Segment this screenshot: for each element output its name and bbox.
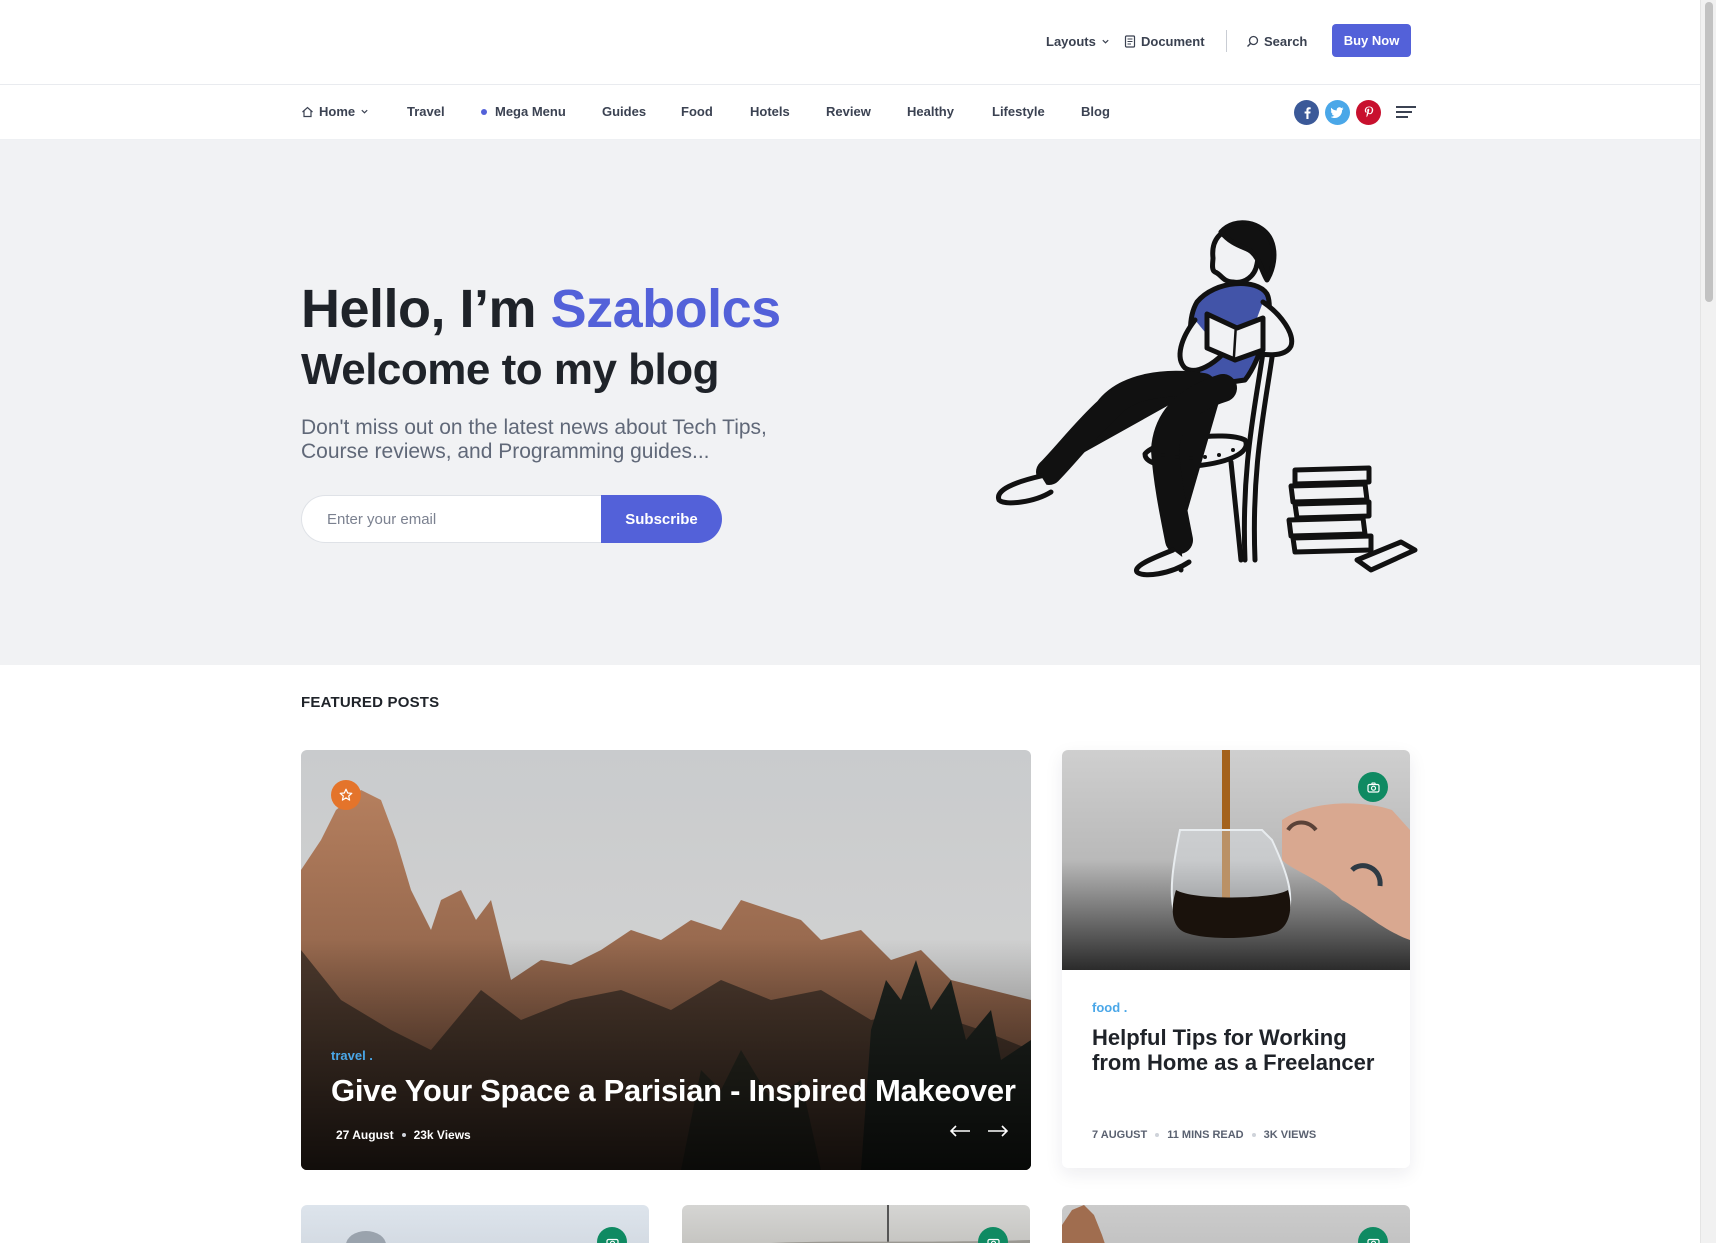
post-card[interactable]: food . Helpful Tips for Working from Hom… (1062, 750, 1410, 1168)
hero-description: Don't miss out on the latest news about … (301, 416, 767, 463)
post-title[interactable]: Give Your Space a Parisian - Inspired Ma… (331, 1073, 1016, 1109)
post-category[interactable]: food . (1092, 1000, 1127, 1015)
main-nav: Home Travel Mega Menu Guides Food Hotels… (0, 86, 1700, 140)
nav-item-home[interactable]: Home (301, 104, 369, 119)
post-meta: 27 August 23k Views (336, 1128, 471, 1142)
nav-label: Mega Menu (495, 104, 566, 119)
star-icon (331, 780, 361, 810)
nav-label: Home (319, 104, 356, 119)
subscribe-button[interactable]: Subscribe (601, 495, 722, 543)
meta-separator (1251, 1133, 1256, 1137)
nav-item-healthy[interactable]: Healthy (907, 104, 954, 119)
nav-item-blog[interactable]: Blog (1081, 104, 1110, 119)
nav-item-lifestyle[interactable]: Lifestyle (992, 104, 1045, 119)
slider-arrows (949, 1124, 1009, 1138)
facebook-icon[interactable] (1294, 100, 1319, 125)
camera-icon (1358, 772, 1388, 802)
scrollbar[interactable] (1700, 0, 1716, 1243)
post-card[interactable] (1062, 1205, 1410, 1243)
document-label: Document (1141, 34, 1205, 49)
meta-separator (1155, 1133, 1160, 1137)
post-read-time: 11 MINS READ (1167, 1129, 1244, 1141)
post-date: 27 August (336, 1128, 394, 1142)
nav-item-mega-menu[interactable]: Mega Menu (481, 104, 566, 119)
post-views: 3K VIEWS (1263, 1129, 1317, 1141)
post-date: 7 AUGUST (1092, 1129, 1148, 1141)
search-button[interactable]: Search (1246, 34, 1307, 49)
post-card[interactable] (301, 1205, 649, 1243)
nav-item-travel[interactable]: Travel (407, 104, 445, 119)
post-views: 23k Views (413, 1128, 471, 1142)
hero-name: Szabolcs (550, 279, 782, 339)
home-icon (302, 106, 313, 117)
chevron-down-icon (361, 109, 368, 114)
divider (1226, 30, 1227, 52)
nav-item-hotels[interactable]: Hotels (750, 104, 790, 119)
nav-item-food[interactable]: Food (681, 104, 713, 119)
search-label: Search (1264, 34, 1308, 49)
post-meta: 7 AUGUST 11 MINS READ 3K VIEWS (1092, 1129, 1316, 1141)
document-icon (1124, 35, 1136, 48)
chevron-down-icon (1102, 39, 1109, 44)
hero-greeting: Hello, I’m (301, 279, 551, 339)
featured-post-card[interactable]: travel . Give Your Space a Parisian - In… (301, 750, 1031, 1170)
post-category[interactable]: travel . (331, 1048, 373, 1063)
reading-person-illustration (996, 220, 1418, 578)
layouts-label: Layouts (1046, 34, 1096, 49)
scrollbar-thumb[interactable] (1705, 2, 1713, 302)
search-icon (1247, 35, 1259, 47)
post-title[interactable]: Helpful Tips for Working from Home as a … (1092, 1025, 1392, 1075)
active-dot (481, 108, 487, 115)
subscribe-form: Subscribe (301, 495, 722, 543)
nav-item-review[interactable]: Review (826, 104, 871, 119)
hero-subtitle: Welcome to my blog (301, 345, 720, 394)
twitter-icon[interactable] (1325, 100, 1350, 125)
section-title: FEATURED POSTS (301, 694, 440, 711)
arrow-left-icon[interactable] (949, 1124, 971, 1138)
hamburger-menu-icon[interactable] (1396, 106, 1416, 120)
nav-item-guides[interactable]: Guides (602, 104, 646, 119)
document-link[interactable]: Document (1124, 34, 1205, 49)
top-bar: Layouts Document Search Buy Now (0, 0, 1700, 85)
layouts-menu[interactable]: Layouts (1046, 34, 1110, 49)
arrow-right-icon[interactable] (987, 1124, 1009, 1138)
hero-title: Hello, I’m Szabolcs (301, 278, 781, 340)
hero-section (0, 140, 1700, 665)
pinterest-icon[interactable] (1356, 100, 1381, 125)
meta-separator (401, 1133, 406, 1137)
email-input[interactable] (301, 495, 603, 543)
post-card[interactable] (682, 1205, 1030, 1243)
buy-now-button[interactable]: Buy Now (1332, 24, 1411, 57)
